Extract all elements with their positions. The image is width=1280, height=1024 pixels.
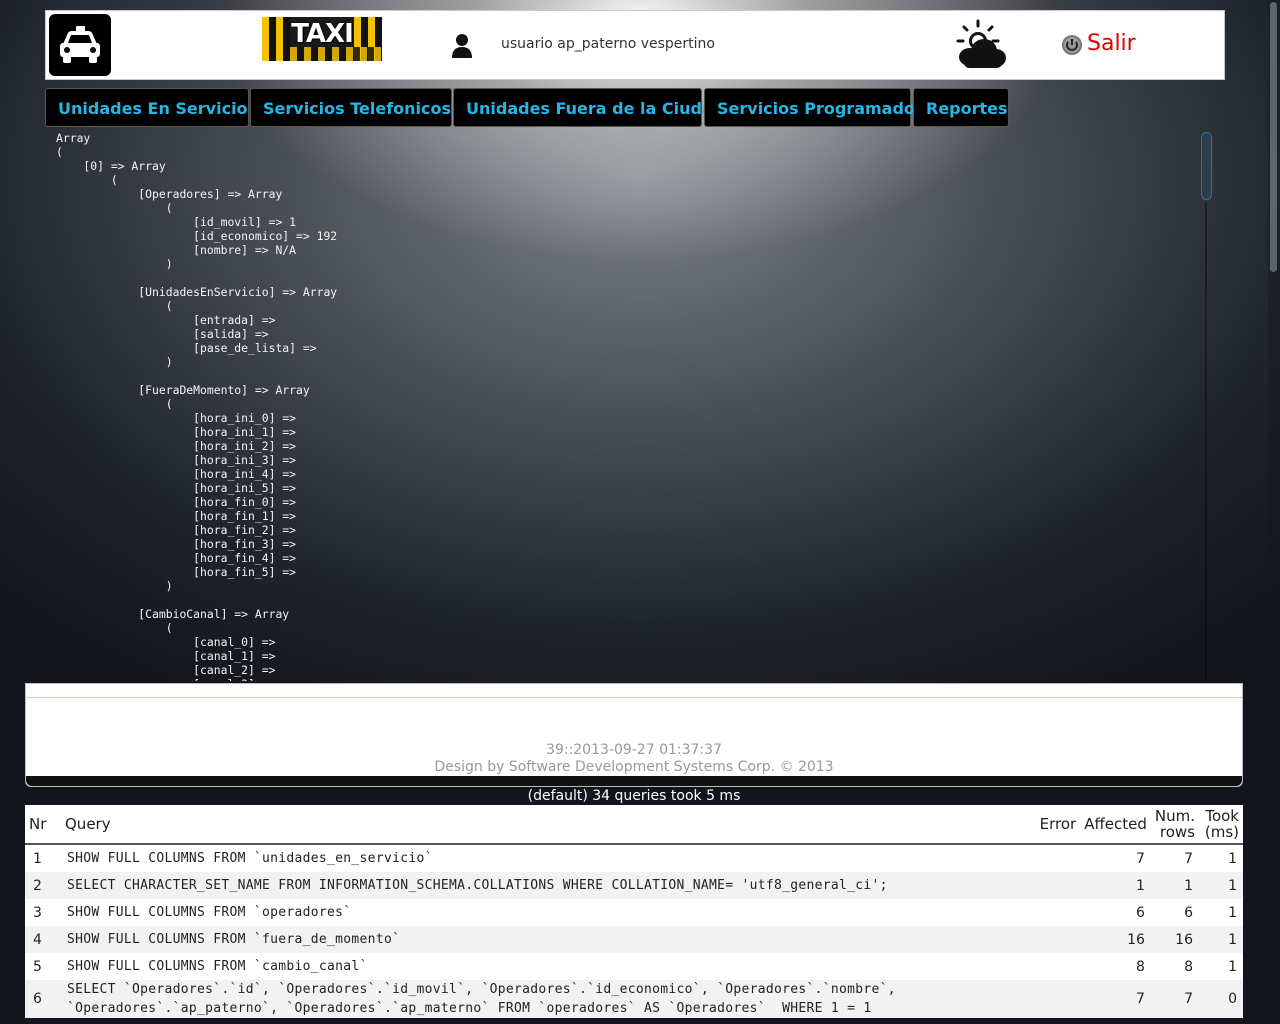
row-num-rows: 6	[1150, 899, 1199, 926]
sql-log-table: Nr Query Error Affected Num. rows Took (…	[25, 805, 1243, 1018]
row-error	[1032, 899, 1081, 926]
power-icon[interactable]	[1061, 34, 1083, 56]
row-affected: 8	[1080, 953, 1151, 980]
row-query: SHOW FULL COLUMNS FROM `unidades_en_serv…	[61, 844, 1033, 872]
page-scrollbar-thumb[interactable]	[1270, 2, 1277, 272]
row-took: 1	[1199, 872, 1243, 899]
row-nr: 1	[25, 844, 61, 872]
row-error	[1032, 980, 1081, 1018]
taxi-car-icon[interactable]	[49, 14, 111, 76]
col-took-header: Took (ms)	[1199, 805, 1243, 845]
row-query: SHOW FULL COLUMNS FROM `fuera_de_momento…	[61, 926, 1033, 953]
row-nr: 2	[25, 872, 61, 899]
footer-bottom-bar	[26, 776, 1242, 786]
nav-label: Unidades Fuera de la Ciudad	[466, 99, 725, 118]
row-error	[1032, 872, 1081, 899]
row-num-rows: 16	[1150, 926, 1199, 953]
content-scrollbar[interactable]	[1200, 132, 1212, 680]
nav-label: Unidades En Servicio	[58, 99, 248, 118]
scrollbar-thumb[interactable]	[1201, 132, 1212, 200]
col-num-rows-header: Num. rows	[1150, 805, 1199, 845]
col-error-header: Error	[1032, 805, 1081, 845]
row-num-rows: 1	[1150, 872, 1199, 899]
nav-label: Servicios Programados	[717, 99, 925, 118]
header-bar: TAXI usuario ap_paterno vespertino Salir	[45, 10, 1225, 80]
row-query: SHOW FULL COLUMNS FROM `cambio_canal`	[61, 953, 1033, 980]
row-affected: 16	[1080, 926, 1151, 953]
row-num-rows: 7	[1150, 980, 1199, 1018]
row-affected: 7	[1080, 980, 1151, 1018]
row-error	[1032, 844, 1081, 872]
row-affected: 6	[1080, 899, 1151, 926]
row-took: 1	[1199, 953, 1243, 980]
row-num-rows: 8	[1150, 953, 1199, 980]
sql-log-header-row: Nr Query Error Affected Num. rows Took (…	[25, 805, 1243, 845]
row-nr: 5	[25, 953, 61, 980]
row-nr: 4	[25, 926, 61, 953]
nav-servicios-telefonicos[interactable]: Servicios Telefonicos+	[250, 88, 466, 127]
debug-array-output[interactable]: Array ( [0] => Array ( [Operadores] => A…	[28, 131, 1198, 681]
row-took: 0	[1199, 980, 1243, 1018]
row-took: 1	[1199, 844, 1243, 872]
row-affected: 1	[1080, 872, 1151, 899]
row-nr: 6	[25, 980, 61, 1018]
col-affected-header: Affected	[1080, 805, 1151, 845]
nav-reportes[interactable]: Reportes	[913, 88, 1009, 127]
footer: 39::2013-09-27 01:37:37 Design by Softwa…	[25, 683, 1243, 787]
row-took: 1	[1199, 926, 1243, 953]
taxi-logo: TAXI	[262, 17, 382, 61]
user-icon	[450, 33, 474, 59]
logout-link[interactable]: Salir	[1087, 31, 1136, 56]
nav-unidades-fuera-ciudad[interactable]: Unidades Fuera de la Ciudad	[453, 88, 724, 127]
nav-label: Reportes	[926, 99, 1008, 118]
row-error	[1032, 926, 1081, 953]
nav-unidades-en-servicio[interactable]: Unidades En Servicio+	[45, 88, 263, 127]
col-query-header: Query	[61, 805, 1033, 845]
footer-credit: Design by Software Development Systems C…	[434, 759, 834, 775]
row-nr: 3	[25, 899, 61, 926]
page-scrollbar[interactable]	[1268, 0, 1280, 1024]
row-took: 1	[1199, 899, 1243, 926]
nav-servicios-programados[interactable]: Servicios Programados	[704, 88, 924, 127]
taxi-logo-text: TAXI	[291, 19, 354, 49]
col-nr-header: Nr	[25, 805, 61, 845]
sql-log-row: 1 SHOW FULL COLUMNS FROM `unidades_en_se…	[25, 844, 1243, 872]
sun-cloud-icon	[954, 19, 1010, 71]
nav-label: Servicios Telefonicos	[263, 99, 452, 118]
row-query: SELECT CHARACTER_SET_NAME FROM INFORMATI…	[61, 872, 1033, 899]
user-name: usuario ap_paterno vespertino	[501, 36, 715, 52]
footer-timestamp: 39::2013-09-27 01:37:37	[546, 742, 722, 758]
row-affected: 7	[1080, 844, 1151, 872]
footer-divider	[26, 697, 1242, 698]
sql-log-summary: (default) 34 queries took 5 ms	[527, 788, 741, 804]
sql-log-row: 5 SHOW FULL COLUMNS FROM `cambio_canal` …	[25, 953, 1243, 980]
scrollbar-track[interactable]	[1205, 202, 1207, 680]
sql-log-row: 4 SHOW FULL COLUMNS FROM `fuera_de_momen…	[25, 926, 1243, 953]
row-error	[1032, 953, 1081, 980]
row-query: SELECT `Operadores`.`id`, `Operadores`.`…	[61, 980, 1033, 1018]
sql-log-row: 6 SELECT `Operadores`.`id`, `Operadores`…	[25, 980, 1243, 1018]
sql-log-row: 2 SELECT CHARACTER_SET_NAME FROM INFORMA…	[25, 872, 1243, 899]
row-num-rows: 7	[1150, 844, 1199, 872]
row-query: SHOW FULL COLUMNS FROM `operadores`	[61, 899, 1033, 926]
sql-log-row: 3 SHOW FULL COLUMNS FROM `operadores` 6 …	[25, 899, 1243, 926]
